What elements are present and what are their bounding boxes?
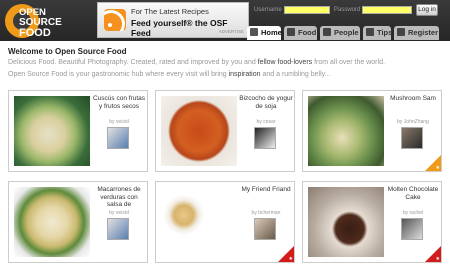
tab-home-label: Home [261,28,282,37]
recipe-title[interactable]: Bizcocho de yogur de soja [239,95,293,118]
welcome-line-1-end: from all over the world. [312,59,385,66]
welcome-title: Welcome to Open Source Food [8,47,127,56]
recipe-photo[interactable] [14,96,90,166]
tab-home[interactable]: Home [247,26,282,40]
recipe-title[interactable]: My Friend Friand [239,186,293,209]
recipe-photo[interactable] [161,187,237,257]
feed-banner-line1: For The Latest Recipes [131,7,209,16]
password-input[interactable] [362,6,412,14]
logo-text-3: FOOD [19,27,51,39]
avatar[interactable] [107,218,129,240]
recipe-author[interactable]: by veisid [92,210,146,216]
username-label: Username [254,7,282,13]
welcome-line-2-text: Open Source Food is your gastronomic hub… [8,71,229,78]
header-bar: OPEN SOURCE FOOD For The Latest Recipes … [0,0,450,41]
feed-banner-line2: Feed yourself® the OSF Feed [131,18,228,38]
recipe-author[interactable]: by JohnZhang [386,119,440,125]
recipe-title[interactable]: Molten Chocolate Cake [386,186,440,209]
login-button[interactable]: Log in [416,4,438,16]
recipe-photo[interactable] [308,187,384,257]
welcome-line-2-end: and a rumbling belly... [260,71,331,78]
tab-tips-label: Tips [377,28,393,37]
star-icon: ★ [435,256,440,262]
recipe-author[interactable]: by veisid [92,119,146,125]
recipe-title[interactable]: Macarrones de verduras con salsa de bere… [92,186,146,209]
feed-banner[interactable]: For The Latest Recipes Feed yourself® th… [97,2,249,38]
recipe-author[interactable]: by bcherman [239,210,293,216]
check-icon [397,28,405,36]
home-icon [250,28,258,36]
site-logo[interactable]: OPEN SOURCE FOOD [5,4,97,39]
recipe-author[interactable]: by cesar [239,119,293,125]
people-icon [323,28,331,36]
tab-register[interactable]: Register [394,26,439,40]
username-input[interactable] [284,6,330,14]
recipe-photo[interactable] [308,96,384,166]
recipe-card[interactable]: Bizcocho de yogur de soja by cesar [155,90,295,172]
welcome-line-1-text: Delicious Food. Beautiful Photography. C… [8,59,258,66]
welcome-line-2: Open Source Food is your gastronomic hub… [8,71,330,78]
inspiration-link[interactable]: inspiration [229,71,261,78]
tab-people-label: People [334,28,359,37]
tab-register-label: Register [408,28,439,37]
recipe-title[interactable]: Cuscús con frutas y frutos secos [92,95,146,118]
rss-icon [104,9,126,31]
avatar[interactable] [254,127,276,149]
tab-people[interactable]: People [320,26,360,40]
recipe-card[interactable]: Mushroom Sam by JohnZhang ★ [302,90,442,172]
tab-food-label: Food [298,28,317,37]
recipe-title[interactable]: Mushroom Sam [386,95,440,118]
recipe-author[interactable]: by rachel [386,210,440,216]
recipe-card[interactable]: My Friend Friand by bcherman ★ [155,181,295,263]
star-icon: ★ [288,256,293,262]
avatar[interactable] [107,127,129,149]
welcome-line-1: Delicious Food. Beautiful Photography. C… [8,59,385,66]
fellow-food-lovers-link[interactable]: fellow food-lovers [258,59,312,66]
password-label: Password [334,7,361,13]
avatar[interactable] [254,218,276,240]
avatar[interactable] [401,218,423,240]
recipe-card[interactable]: Cuscús con frutas y frutos secos by veis… [8,90,148,172]
recipe-photo[interactable] [14,187,90,257]
recipe-card[interactable]: Molten Chocolate Cake by rachel ★ [302,181,442,263]
tab-tips[interactable]: Tips [363,26,393,40]
fork-icon [287,28,295,36]
advertise-label: ADVERTISE [218,29,244,34]
tab-food[interactable]: Food [284,26,317,40]
star-icon: ★ [435,165,440,171]
question-icon [366,28,374,36]
recipe-photo[interactable] [161,96,237,166]
avatar[interactable] [401,127,423,149]
recipe-card[interactable]: Macarrones de verduras con salsa de bere… [8,181,148,263]
